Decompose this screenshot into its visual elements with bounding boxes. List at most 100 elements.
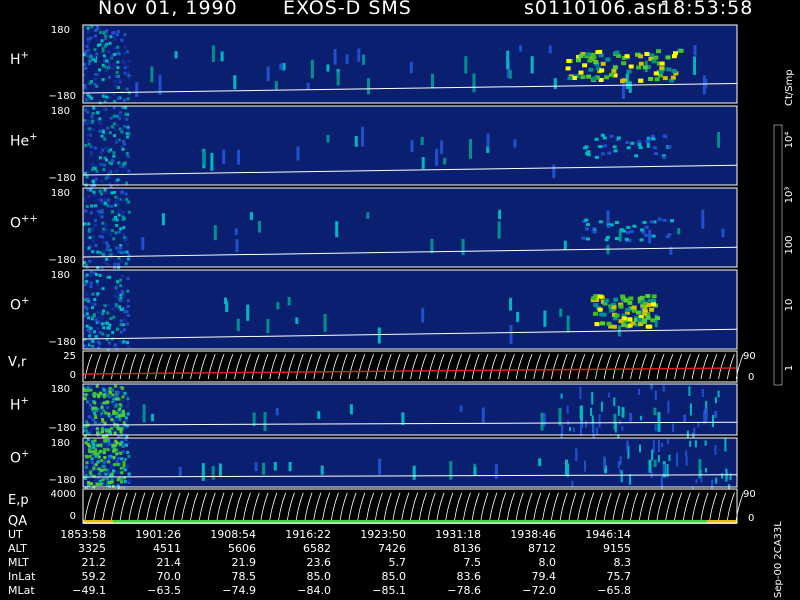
blob-pixel <box>629 230 634 234</box>
pixel <box>110 466 114 470</box>
pixel <box>123 328 126 332</box>
streak <box>336 71 340 86</box>
streak <box>421 157 425 169</box>
streak <box>629 474 632 485</box>
pixel <box>94 219 97 223</box>
pixel <box>127 472 131 476</box>
blob-pixel <box>650 134 655 138</box>
blob-pixel <box>612 145 617 149</box>
streak <box>211 45 215 62</box>
streak <box>276 302 280 310</box>
streak <box>667 400 670 414</box>
pixel <box>89 285 93 288</box>
colorbar-tick-label: 1 <box>784 365 795 371</box>
pixel <box>116 198 120 202</box>
pixel <box>122 464 126 467</box>
pixel <box>108 248 112 252</box>
blob-pixel <box>636 65 642 70</box>
pixel <box>119 330 123 334</box>
pixel <box>121 198 125 202</box>
blob-pixel <box>657 217 662 221</box>
pixel <box>100 179 104 183</box>
pixel <box>85 461 89 465</box>
streak <box>590 407 593 416</box>
panel-label-superscript: ++ <box>21 214 38 225</box>
streak <box>548 45 552 54</box>
blob-pixel <box>626 146 631 150</box>
pixel <box>85 205 89 208</box>
y-top-label: 180 <box>51 25 70 36</box>
pixel <box>120 191 124 195</box>
pixel <box>125 250 129 254</box>
streak <box>579 386 582 400</box>
pixel <box>115 460 119 464</box>
pixel <box>126 125 130 129</box>
pixel <box>88 415 92 419</box>
pixel <box>110 229 114 233</box>
pixel <box>113 463 116 467</box>
pixel <box>123 391 127 395</box>
streak <box>509 297 513 311</box>
pixel <box>104 201 107 205</box>
footer-value: 8136 <box>453 542 481 555</box>
pixel <box>93 48 97 52</box>
streak <box>540 412 544 431</box>
pixel <box>99 31 103 34</box>
pixel <box>100 468 104 472</box>
streak <box>233 75 237 90</box>
streak <box>449 461 453 480</box>
pixel <box>122 233 126 237</box>
pixel <box>116 123 120 127</box>
pixel <box>90 151 93 154</box>
panel-2: O++ 180 −180 <box>10 187 738 270</box>
footer-value: 79.4 <box>531 570 557 583</box>
pixel <box>93 77 97 81</box>
footer-value: 1946:14 <box>585 528 631 541</box>
streak <box>714 444 717 455</box>
pixel <box>91 119 95 123</box>
blob-pixel <box>645 294 651 298</box>
streak <box>142 404 146 423</box>
pixel <box>114 170 118 174</box>
streak <box>497 221 501 239</box>
blob-pixel <box>566 59 572 63</box>
blob-pixel <box>662 76 668 81</box>
streak <box>320 465 324 475</box>
pixel <box>114 215 117 219</box>
pixel <box>126 243 130 247</box>
pixel <box>113 46 117 50</box>
streak <box>689 440 692 447</box>
panel-label-superscript: + <box>21 396 29 407</box>
blob-pixel <box>665 235 670 239</box>
pixel <box>113 134 117 138</box>
pixel <box>125 197 129 201</box>
pixel <box>102 326 106 330</box>
blob-pixel <box>588 67 594 72</box>
footer-value: 8.3 <box>613 556 632 569</box>
pixel <box>98 273 102 277</box>
pixel <box>90 457 94 461</box>
pixel <box>95 282 99 286</box>
blob-pixel <box>644 233 649 237</box>
pixel <box>96 43 100 47</box>
pixel <box>88 50 92 54</box>
streak <box>361 126 364 147</box>
pixel <box>83 73 87 77</box>
y-top-label: 180 <box>51 106 70 117</box>
streak <box>653 407 657 416</box>
footer-value: 78.5 <box>231 570 257 583</box>
streak <box>401 412 405 425</box>
pixel <box>94 243 98 247</box>
pixel <box>113 52 117 56</box>
y-top-label: 25 <box>63 351 76 362</box>
side-label: Sep-00 2CA33L <box>773 521 784 598</box>
pixel <box>111 307 115 311</box>
pixel <box>83 397 87 401</box>
pixel <box>102 401 106 405</box>
pixel <box>85 309 89 313</box>
pixel <box>102 227 106 231</box>
pixel <box>100 427 104 430</box>
blob-pixel <box>659 61 665 66</box>
pixel <box>101 430 104 434</box>
streak <box>473 466 477 476</box>
